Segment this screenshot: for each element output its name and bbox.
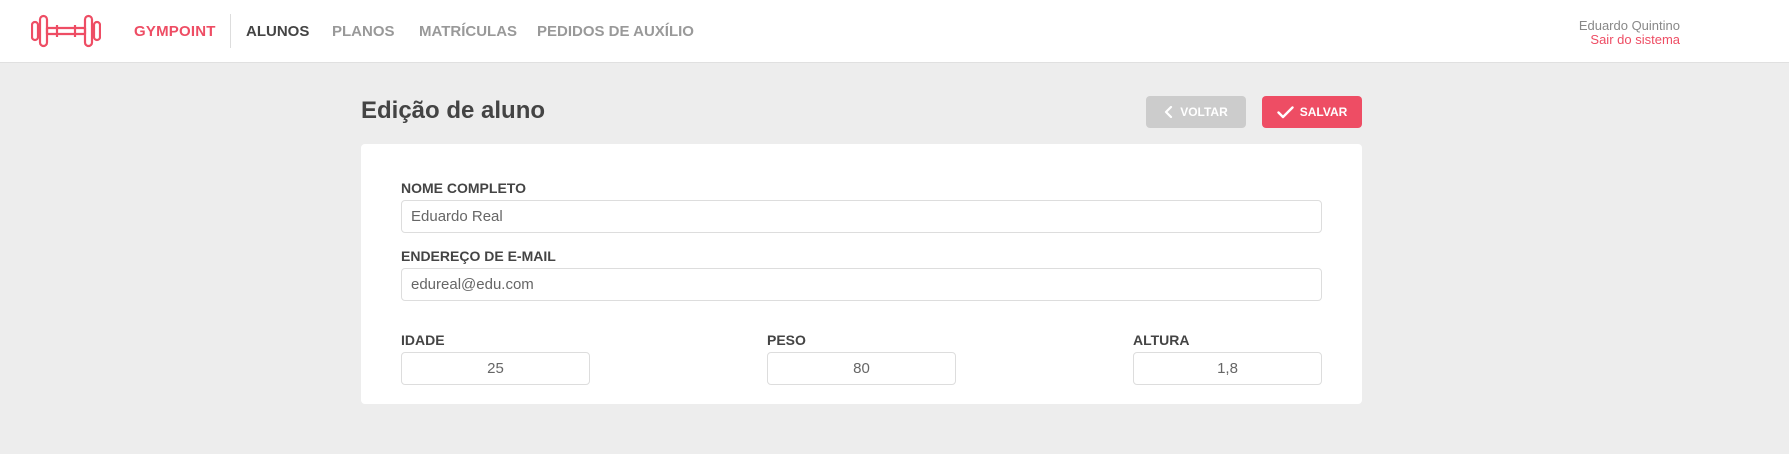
name-input[interactable] <box>401 200 1322 233</box>
email-input[interactable] <box>401 268 1322 301</box>
age-label: IDADE <box>401 332 445 348</box>
height-label: ALTURA <box>1133 332 1190 348</box>
weight-label: PESO <box>767 332 806 348</box>
dumbbell-icon[interactable] <box>30 13 102 49</box>
weight-input[interactable] <box>767 352 956 385</box>
age-input[interactable] <box>401 352 590 385</box>
header-divider <box>230 14 231 48</box>
brand-name: GYMPOINT <box>134 23 216 40</box>
save-button[interactable]: SALVAR <box>1262 96 1362 128</box>
top-navbar: GYMPOINT ALUNOS PLANOS MATRÍCULAS PEDIDO… <box>0 0 1789 63</box>
nav-alunos[interactable]: ALUNOS <box>246 23 309 40</box>
email-label: ENDEREÇO DE E-MAIL <box>401 248 556 264</box>
student-edit-form: NOME COMPLETO ENDEREÇO DE E-MAIL IDADE P… <box>361 144 1362 404</box>
nav-planos[interactable]: PLANOS <box>332 23 395 40</box>
nav-matriculas[interactable]: MATRÍCULAS <box>419 23 517 40</box>
page-title: Edição de aluno <box>361 97 546 124</box>
name-label: NOME COMPLETO <box>401 180 526 196</box>
back-button[interactable]: VOLTAR <box>1146 96 1246 128</box>
back-button-label: VOLTAR <box>1180 105 1228 119</box>
logout-link[interactable]: Sair do sistema <box>1590 32 1680 47</box>
user-name: Eduardo Quintino <box>1578 18 1680 33</box>
nav-pedidos-de-auxilio[interactable]: PEDIDOS DE AUXÍLIO <box>537 23 694 40</box>
check-icon <box>1277 105 1294 118</box>
height-input[interactable] <box>1133 352 1322 385</box>
chevron-left-icon <box>1165 106 1173 118</box>
save-button-label: SALVAR <box>1299 105 1348 119</box>
